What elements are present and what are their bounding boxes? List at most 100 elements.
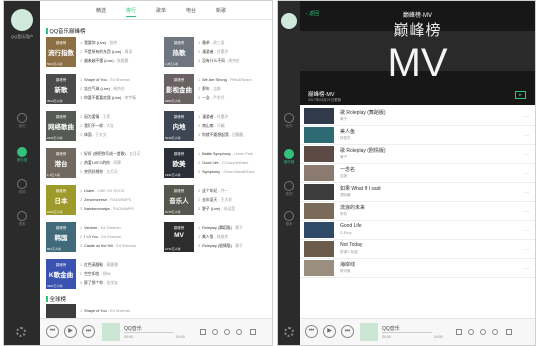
mv-row[interactable]: Not Today 防弹少年团 ⋯ xyxy=(300,240,535,259)
chart-cover[interactable]: 巅峰榜 MV 1071万人听 xyxy=(164,222,194,252)
chart-card[interactable]: 巅峰榜 音乐人 1075万人听 1 这个年纪 - 齐一 2 去年夏天 - 王大毛 3 野子 (L… xyxy=(164,185,272,220)
chart-card[interactable]: 巅峰榜 日本 1094万人听 1 Listen - ONE OK ROCK 2 Zenzen… xyxy=(46,185,160,220)
song-row[interactable]: 1 Venture - Ed Sheeran xyxy=(80,224,160,233)
song-row[interactable]: 3 体面 - 于文文 xyxy=(80,131,160,140)
chart-card[interactable]: 巅峰榜 内地 5230万人听 1 漫游者 - 任素汐 2 南山南 - 马頔 3 你就不要想起我 … xyxy=(164,111,272,146)
song-row[interactable]: 2 那年 - 吉她 xyxy=(198,85,272,94)
more-icon[interactable]: ⋯ xyxy=(524,114,529,120)
album-thumb[interactable] xyxy=(102,323,120,341)
sidebar-item-music-hall[interactable]: 音乐馆 xyxy=(4,147,40,167)
mv-row[interactable]: Good Life G-Eazy ⋯ xyxy=(300,221,535,240)
mv-thumbnail[interactable] xyxy=(304,108,334,124)
chart-cover[interactable]: 巅峰榜 日本 1094万人听 xyxy=(46,185,76,215)
mv-row[interactable]: 一念名 吉她 ⋯ xyxy=(300,164,535,183)
more-icon[interactable]: ⋯ xyxy=(524,171,529,177)
mv-row[interactable]: 歌 Roleplay (剧情版) 黄子 ⋯ xyxy=(300,145,535,164)
more-icon[interactable]: ⋯ xyxy=(524,209,529,215)
song-row[interactable]: 2 空空如也 - 胡66 xyxy=(80,270,160,279)
chart-cover[interactable]: 巅峰榜 韩国 891万人听 xyxy=(46,222,76,252)
queue-icon[interactable] xyxy=(250,329,256,335)
song-row[interactable]: 1 我要你 (Live) - 张杰 xyxy=(80,39,160,48)
mv-thumbnail[interactable] xyxy=(304,260,334,276)
queue-icon[interactable] xyxy=(506,329,512,335)
chart-cover[interactable]: 巅峰榜 港台 1.1亿人听 xyxy=(46,148,76,178)
sidebar-item-search[interactable]: 搜索 xyxy=(278,211,300,231)
avatar[interactable] xyxy=(281,13,297,29)
tab-ranking[interactable]: 排行 xyxy=(126,7,137,17)
chart-cover[interactable]: 巅峰榜 流行指数 5624万人听 xyxy=(46,37,76,67)
mv-row[interactable]: 美人鱼 林俊杰 ⋯ xyxy=(300,126,535,145)
song-row[interactable]: 1 Listen - ONE OK ROCK xyxy=(80,187,160,196)
prev-icon[interactable]: ⏮ xyxy=(46,325,59,338)
song-row[interactable]: 2 告白气球 (Live) - 周杰伦 xyxy=(80,85,160,94)
tab-featured[interactable]: 精选 xyxy=(96,7,106,14)
chart-cover[interactable]: 巅峰榜 欧美 1921万人听 xyxy=(164,148,194,178)
sidebar-item-video[interactable]: 视频 xyxy=(278,181,300,201)
gear-icon[interactable] xyxy=(16,327,26,337)
heart-icon[interactable] xyxy=(468,329,474,335)
sidebar-item-video[interactable]: 视频 xyxy=(4,179,40,199)
song-row[interactable]: 2 热爱105°C的你 - 阿肆 xyxy=(80,159,160,168)
chart-card[interactable]: 巅峰榜 热歌 1.8亿人听 1 雅卓 - 周三夏 2 漫游者 - 任素汐 3 没有什么不同 - … xyxy=(164,37,272,72)
playlist-icon[interactable] xyxy=(200,329,206,335)
mv-row[interactable]: 流浪的未来 李玟 ⋯ xyxy=(300,202,535,221)
more-icon[interactable]: ⋯ xyxy=(524,152,529,158)
play-icon[interactable]: ▶ xyxy=(323,325,336,338)
chart-cover[interactable]: 巅峰榜 新歌 3514万人听 xyxy=(46,74,76,104)
mv-thumbnail[interactable] xyxy=(304,127,334,143)
download-icon[interactable] xyxy=(492,329,498,335)
song-row[interactable]: 2 Zenzenzense - RADWIMPS xyxy=(80,196,160,205)
chart-card[interactable]: 巅峰榜 流行指数 5624万人听 1 我要你 (Live) - 张杰 2 不是所有的东西 (… xyxy=(46,37,160,72)
song-row[interactable]: 1 这个年纪 - 齐一 xyxy=(198,187,272,196)
sidebar-item-mine[interactable]: 我的 xyxy=(278,113,300,133)
mv-row[interactable]: 歌 Roleplay (舞蹈版) 黄子 ⋯ xyxy=(300,107,535,126)
heart-icon[interactable] xyxy=(212,329,218,335)
song-row[interactable]: 3 你要不要喜欢我 (Live) - 李宇春 xyxy=(80,94,160,103)
song-row[interactable]: 3 Symphony - Clean Bandit/Zara xyxy=(198,168,272,177)
mv-thumbnail[interactable] xyxy=(304,222,334,238)
song-row[interactable]: 1 We Are Strong - Pitbull/Seara xyxy=(198,76,272,85)
progress-bar[interactable] xyxy=(382,332,432,333)
comment-icon[interactable] xyxy=(224,329,230,335)
more-icon[interactable]: ⋯ xyxy=(524,228,529,234)
mv-thumbnail[interactable] xyxy=(304,241,334,257)
song-row[interactable]: 2 去年夏天 - 王大毛 xyxy=(198,196,272,205)
song-row[interactable]: 3 野子 (Live) - 苏运莹 xyxy=(198,205,272,214)
song-row[interactable]: 1 Shape of You - Ed Sheeran xyxy=(80,76,160,85)
more-icon[interactable]: ⋯ xyxy=(524,247,529,253)
chart-cover[interactable]: 巅峰榜 影视金曲 6284万人听 xyxy=(164,74,194,104)
prev-icon[interactable]: ⏮ xyxy=(305,325,318,338)
chart-card[interactable]: 巅峰榜 影视金曲 6284万人听 1 We Are Strong - Pitbull/S… xyxy=(164,74,272,109)
song-row[interactable]: 3 Roleplay (剧情版) - 黄子 xyxy=(198,242,272,251)
chart-card[interactable]: 巅峰榜 K歌金曲 4301万人听 1 红色高跟鞋 - 蔡健雅 2 空空如也 - 胡66 3 醉了… xyxy=(46,259,160,294)
mv-thumbnail[interactable] xyxy=(304,165,334,181)
comment-icon[interactable] xyxy=(480,329,486,335)
song-row[interactable]: 2 美人鱼 - 林俊杰 xyxy=(198,233,272,242)
song-row[interactable]: 1 漫游者 - 任素汐 xyxy=(198,113,272,122)
song-row[interactable]: 1 好好 (想把你写成一首歌) - 五月天 xyxy=(80,150,160,159)
chart-cover[interactable]: 巅峰榜 内地 5230万人听 xyxy=(164,111,194,141)
mv-thumbnail[interactable] xyxy=(304,203,334,219)
song-row[interactable]: 3 没有什么不同 - 周杰伦 xyxy=(198,57,272,66)
chart-card[interactable]: 巅峰榜 韩国 891万人听 1 Venture - Ed Sheeran 2 I <3 Yo… xyxy=(46,222,160,257)
song-row[interactable]: 3 越来越不懂 (Live) - 张碧晨 xyxy=(80,57,160,66)
song-row[interactable]: 1 Shape of You - Ed Sheeran xyxy=(80,307,130,316)
next-icon[interactable]: ⏭ xyxy=(82,325,95,338)
mv-row[interactable]: 如果 What If I said 谭咏麟 ⋯ xyxy=(300,183,535,202)
song-row[interactable]: 3 Castle on the Hill - Ed Sheeran xyxy=(80,242,160,251)
song-row[interactable]: 1 红色高跟鞋 - 蔡健雅 xyxy=(80,261,160,270)
chart-card[interactable]: 巅峰榜 港台 1.1亿人听 1 好好 (想把你写成一首歌) - 五月天 2 热爱105°C的… xyxy=(46,148,160,183)
song-row[interactable]: 2 南山南 - 马頔 xyxy=(198,122,272,131)
chart-cover[interactable]: 巅峰榜 热歌 1.8亿人听 xyxy=(164,37,194,67)
mv-thumbnail[interactable] xyxy=(304,146,334,162)
song-row[interactable]: 1 Battle Symphony - Linkin Park xyxy=(198,150,272,159)
album-thumb[interactable] xyxy=(360,323,378,341)
mv-row[interactable]: 海岸线 郁可唯 ⋯ xyxy=(300,259,535,278)
sidebar-item-search[interactable]: 搜索 xyxy=(4,211,40,231)
mv-thumbnail[interactable] xyxy=(304,184,334,200)
more-icon[interactable]: ⋯ xyxy=(524,266,529,272)
song-row[interactable]: 2 Good Life - G-Eazy/Kehlani xyxy=(198,159,272,168)
song-row[interactable]: 3 你就不要想起我 - 田馥甄 xyxy=(198,131,272,140)
play-icon[interactable]: ▶ xyxy=(64,325,77,338)
song-row[interactable]: 1 因为爱情 - 王菲 xyxy=(80,113,160,122)
